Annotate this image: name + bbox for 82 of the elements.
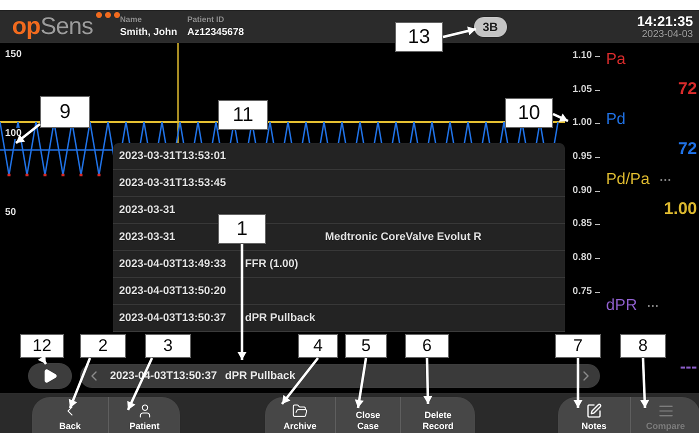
callout-arrow — [552, 112, 569, 122]
callout-number: 8 — [620, 334, 666, 358]
channel-name: Pd/Pa — [606, 171, 650, 189]
tick-mark — [595, 90, 600, 91]
record-time: 2023-04-03T13:50:20 — [119, 285, 228, 297]
callout-arrow — [38, 354, 48, 365]
channel-value: --- — [680, 357, 698, 378]
tick-mark — [595, 123, 600, 124]
edit-icon — [586, 402, 602, 419]
callout-arrow — [442, 26, 476, 38]
record-device: Medtronic CoreValve Evolut R — [325, 231, 482, 243]
folder-icon — [292, 402, 308, 419]
record-row[interactable]: 2023-04-03T13:50:37 dPR Pullback — [113, 305, 565, 332]
play-icon — [42, 368, 58, 384]
toolbar-button[interactable]: Back — [32, 397, 108, 433]
record-row[interactable]: 2023-03-31T13:53:45 — [113, 170, 565, 197]
axis-tick-label: 0.90 — [572, 184, 592, 197]
callout-arrow — [354, 358, 368, 408]
record-row[interactable]: 2023-04-03T13:49:33 FFR (1.00) — [113, 251, 565, 278]
clock-time: 14:21:35 — [636, 13, 693, 29]
tick-mark — [595, 157, 600, 158]
tick-mark — [595, 190, 600, 192]
axis-tick-label: 0.75 — [572, 286, 592, 298]
tick-mark — [595, 56, 600, 57]
axis-tick-label: 0.80 — [572, 252, 592, 264]
callout-arrow — [423, 358, 432, 404]
axis-tick-label: 150 — [4, 49, 23, 60]
logo: opSens — [12, 14, 120, 38]
axis-tick-label: 50 — [4, 207, 18, 218]
callout-number: 12 — [20, 334, 64, 358]
axis-tick-label: 1.10 — [572, 50, 592, 62]
axis-tick-label: 1.05 — [572, 84, 592, 96]
callout-number: 13 — [395, 22, 443, 52]
record-time: 2023-03-31 — [119, 204, 176, 216]
tick-mark — [595, 224, 600, 226]
lines-icon — [658, 402, 674, 419]
callout-number: 9 — [40, 96, 90, 128]
record-time: 2023-04-03T13:50:37 — [119, 312, 228, 324]
callout-number: 1 — [218, 214, 266, 244]
room-badge: 3B — [474, 16, 507, 36]
callout-number: 7 — [555, 334, 601, 358]
callout-number: 2 — [80, 334, 126, 358]
channel-value: 72 — [678, 79, 698, 100]
callout-number: 11 — [218, 100, 268, 130]
patient-id: Az12345678 — [187, 27, 244, 38]
channel-value: 72 — [678, 139, 698, 160]
callout-number: 3 — [145, 334, 191, 358]
field-label: Name — [120, 15, 143, 24]
toolbar-button[interactable]: Notes — [558, 397, 630, 433]
record-time: 2023-03-31T13:53:45 — [119, 177, 228, 189]
tick-mark — [595, 258, 600, 260]
record-time: 2023-03-31 — [119, 231, 176, 243]
callout-number: 10 — [505, 98, 553, 128]
record-type: FFR (1.00) — [245, 258, 300, 270]
record-time: 2023-04-03T13:49:33 — [119, 258, 228, 270]
callout-number: 6 — [405, 334, 449, 358]
field-label: Patient ID — [187, 15, 226, 24]
axis-tick-label: 0.85 — [572, 218, 592, 230]
selected-record-type: dPR Pullback — [225, 370, 296, 382]
patient-name: Smith, John — [120, 27, 178, 38]
axis-tick-label: 1.00 — [572, 117, 592, 130]
play-button[interactable] — [28, 362, 72, 388]
record-time: 2023-03-31T13:53:01 — [119, 150, 228, 162]
channel-name: Pa — [606, 51, 626, 69]
axis-tick-label: 0.95 — [572, 151, 592, 164]
callout-arrow — [68, 358, 92, 408]
toolbar-button[interactable]: Archive — [265, 397, 335, 433]
callout-number: 4 — [298, 334, 338, 358]
record-row[interactable]: 2023-04-03T13:50:20 — [113, 278, 565, 305]
channel-status: ··· — [647, 299, 660, 313]
callout-arrow — [640, 358, 650, 408]
clock-date: 2023-04-03 — [642, 29, 693, 40]
record-row[interactable]: 2023-03-31T13:53:01 — [113, 143, 565, 170]
callout-arrow — [574, 358, 582, 408]
channel-value: 1.00 — [664, 199, 698, 220]
callout-number: 5 — [345, 334, 387, 358]
channel-name: Pd — [606, 111, 626, 129]
tick-mark — [595, 292, 600, 293]
axis-tick-label: 100 — [4, 128, 23, 139]
channel-name: dPR — [606, 297, 638, 315]
channel-status: ··· — [660, 173, 672, 187]
record-type: dPR Pullback — [245, 312, 316, 324]
